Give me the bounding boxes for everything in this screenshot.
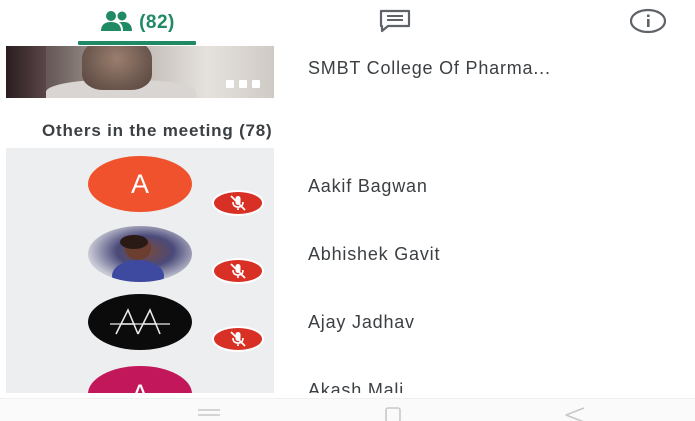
tab-info[interactable] [600,0,695,46]
thumbnail-background [6,46,46,98]
avatar: A [88,156,192,212]
others-section-title: Others in the meeting (78) [42,121,273,140]
participant-name: Aakif Bagwan [308,176,428,196]
active-tab-indicator [78,41,196,45]
tab-people[interactable]: (82) [78,0,196,46]
meeting-participants-screen: (82) SMBT College Of Pharma... Others in… [0,0,695,421]
participant-row[interactable]: A Aakif Bagwan [0,148,695,218]
tab-chat[interactable] [340,0,450,46]
avatar [88,226,192,282]
participant-name: Abhishek Gavit [308,244,441,264]
home-square-icon[interactable] [383,407,403,421]
avatar [88,294,192,350]
menu-icon[interactable] [196,407,222,421]
system-navigation-bar [0,398,695,421]
avatar-photo-icon [112,235,164,282]
avatar-letter: A [130,168,149,199]
tab-bar: (82) [0,0,695,46]
avatar-logo-icon [110,308,170,335]
people-count: (82) [139,12,175,33]
avatar: A [88,366,192,393]
people-icon [99,10,133,37]
back-triangle-icon[interactable] [562,407,588,421]
mic-muted-icon [212,258,264,284]
participant-name: Akash Mali [308,380,405,393]
participant-row[interactable]: A Akash Mali [0,358,695,393]
participant-row[interactable]: Abhishek Gavit [0,218,695,288]
thumbnail-head [82,46,152,90]
chat-icon [378,9,412,38]
mic-muted-icon [212,326,264,352]
presenter-video-thumbnail[interactable] [6,46,274,98]
mic-muted-icon [212,190,264,216]
info-icon [628,8,668,39]
participant-list: A Aakif Bagwan Abhishek Gavit Ajay Jadha… [0,148,695,393]
participant-name: Ajay Jadhav [308,312,415,332]
avatar-letter: A [131,379,149,394]
presenter-row[interactable]: SMBT College Of Pharma... [0,46,695,101]
audio-level-dots-icon [226,80,260,88]
presenter-name: SMBT College Of Pharma... [308,58,551,78]
participant-row[interactable]: Ajay Jadhav [0,288,695,358]
